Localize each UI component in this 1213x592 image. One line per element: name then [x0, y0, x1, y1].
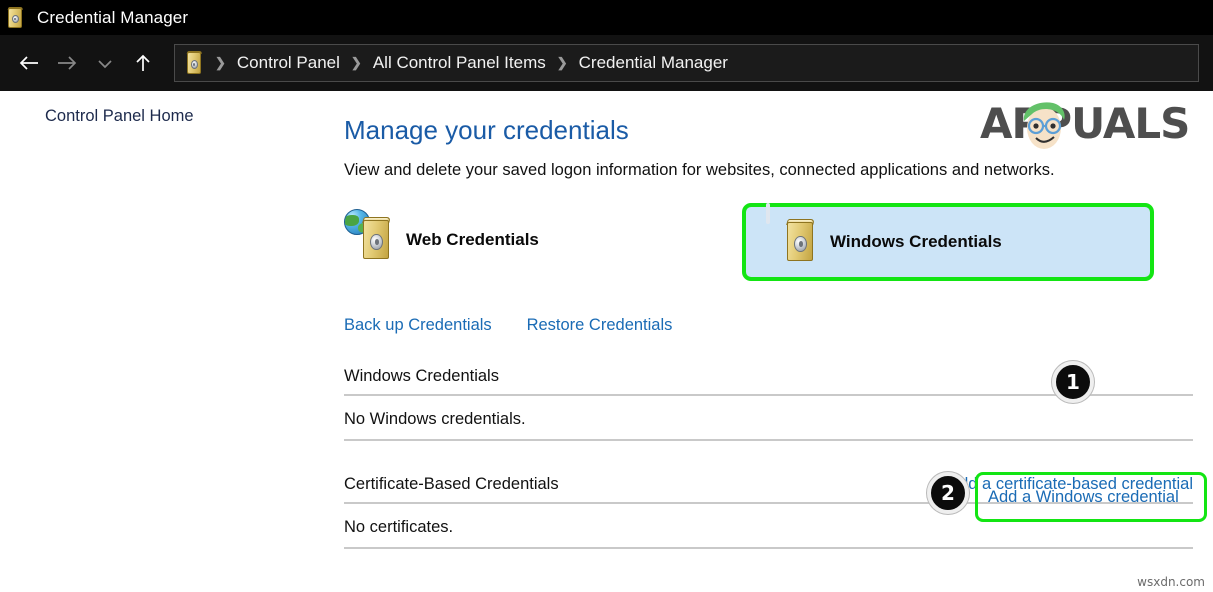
windows-credentials-selector[interactable]: Windows Credentials: [742, 203, 1154, 281]
up-arrow-icon[interactable]: [124, 44, 162, 82]
breadcrumb-vault-icon: [185, 51, 204, 75]
globe-vault-icon: [344, 217, 396, 263]
sidebar-item-control-panel-home[interactable]: Control Panel Home: [45, 107, 194, 126]
watermark: wsxdn.com: [1137, 575, 1205, 589]
breadcrumb-item-control-panel[interactable]: Control Panel: [237, 53, 340, 73]
credential-vault-icon: [6, 7, 25, 29]
add-windows-credential-label: Add a Windows credential: [988, 488, 1179, 507]
breadcrumb-separator-2: ❯: [351, 55, 362, 71]
annotation-badge-2: 2: [927, 472, 969, 514]
page-title: Manage your credentials: [344, 115, 629, 146]
certificate-credentials-section-title: Certificate-Based Credentials: [344, 475, 559, 494]
windows-credentials-section-title: Windows Credentials: [344, 367, 499, 386]
breadcrumb-separator-1: ❯: [215, 55, 226, 71]
page-description: View and delete your saved logon informa…: [344, 161, 1055, 180]
breadcrumb-item-all-control-panel-items[interactable]: All Control Panel Items: [373, 53, 546, 73]
chevron-down-icon[interactable]: [86, 44, 124, 82]
section-divider: [344, 439, 1193, 441]
navigation-bar: ❯ Control Panel ❯ All Control Panel Item…: [0, 35, 1213, 91]
back-up-credentials-link[interactable]: Back up Credentials: [344, 316, 492, 334]
breadcrumb[interactable]: ❯ Control Panel ❯ All Control Panel Item…: [174, 44, 1199, 82]
back-arrow-icon[interactable]: [10, 44, 48, 82]
breadcrumb-item-credential-manager[interactable]: Credential Manager: [579, 53, 728, 73]
restore-credentials-link[interactable]: Restore Credentials: [527, 316, 673, 334]
window-title: Credential Manager: [37, 8, 188, 28]
appuals-logo: APPUALS: [980, 95, 1195, 155]
breadcrumb-separator-3: ❯: [557, 55, 568, 71]
monitor-vault-icon: [768, 219, 820, 265]
sidebar: Control Panel Home: [0, 91, 330, 592]
add-windows-credential-link[interactable]: Add a Windows credential: [975, 472, 1207, 522]
windows-credentials-empty-text: No Windows credentials.: [344, 396, 1193, 439]
forward-arrow-icon[interactable]: [48, 44, 86, 82]
web-credentials-label: Web Credentials: [406, 230, 539, 250]
credential-type-selector-row: Web Credentials Windows Credentials: [330, 203, 1213, 283]
credential-action-links: Back up Credentials Restore Credentials: [344, 316, 672, 335]
appuals-mascot-icon: [1008, 95, 1080, 153]
web-credentials-selector[interactable]: Web Credentials: [344, 217, 539, 263]
main-content-area: Control Panel Home APPUALS Manage your c…: [0, 91, 1213, 592]
section-divider: [344, 547, 1193, 549]
annotation-badge-1: 1: [1052, 361, 1094, 403]
window-title-bar: Credential Manager: [0, 0, 1213, 35]
windows-credentials-label: Windows Credentials: [830, 232, 1002, 252]
